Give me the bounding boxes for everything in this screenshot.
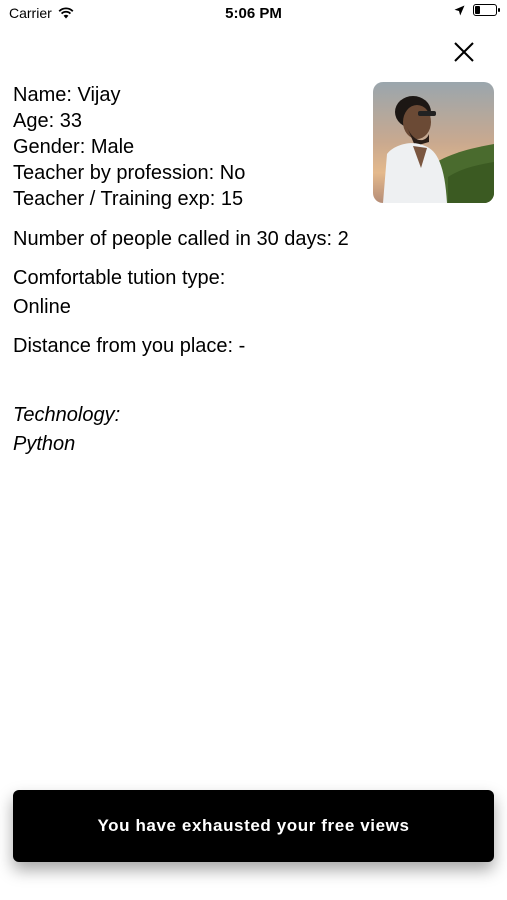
distance-line: Distance from you place: - <box>13 335 246 357</box>
cta-label: You have exhausted your free views <box>97 816 410 835</box>
training-exp-line: Teacher / Training exp: 15 <box>13 188 244 210</box>
name-line: Name: Vijay <box>13 84 121 106</box>
teacher-profession-line: Teacher by profession: No <box>13 162 246 184</box>
battery-icon <box>473 4 500 16</box>
battery-fill <box>475 6 481 14</box>
status-bar: Carrier 5:06 PM <box>0 0 507 28</box>
age-line: Age: 33 <box>13 110 82 132</box>
tution-type: Comfortable tution type: Online <box>13 264 225 322</box>
close-button[interactable] <box>449 37 479 67</box>
technology: Technology: Python <box>13 401 120 459</box>
tution-type-label: Comfortable tution type: <box>13 267 226 289</box>
technology-label: Technology: <box>13 404 121 426</box>
profile-details: Name: Vijay Age: 33 Gender: Male Teacher… <box>13 82 245 212</box>
profile-photo <box>373 82 494 203</box>
free-views-exhausted-button[interactable]: You have exhausted your free views <box>13 790 494 862</box>
status-time: 5:06 PM <box>225 5 282 22</box>
location-arrow-icon <box>454 5 465 15</box>
status-right <box>454 4 500 16</box>
close-icon <box>454 42 474 62</box>
called-count-line: Number of people called in 30 days: 2 <box>13 228 349 250</box>
gender-line: Gender: Male <box>13 136 135 158</box>
tution-type-value: Online <box>13 296 71 318</box>
technology-value: Python <box>13 433 76 455</box>
avatar <box>373 82 494 203</box>
